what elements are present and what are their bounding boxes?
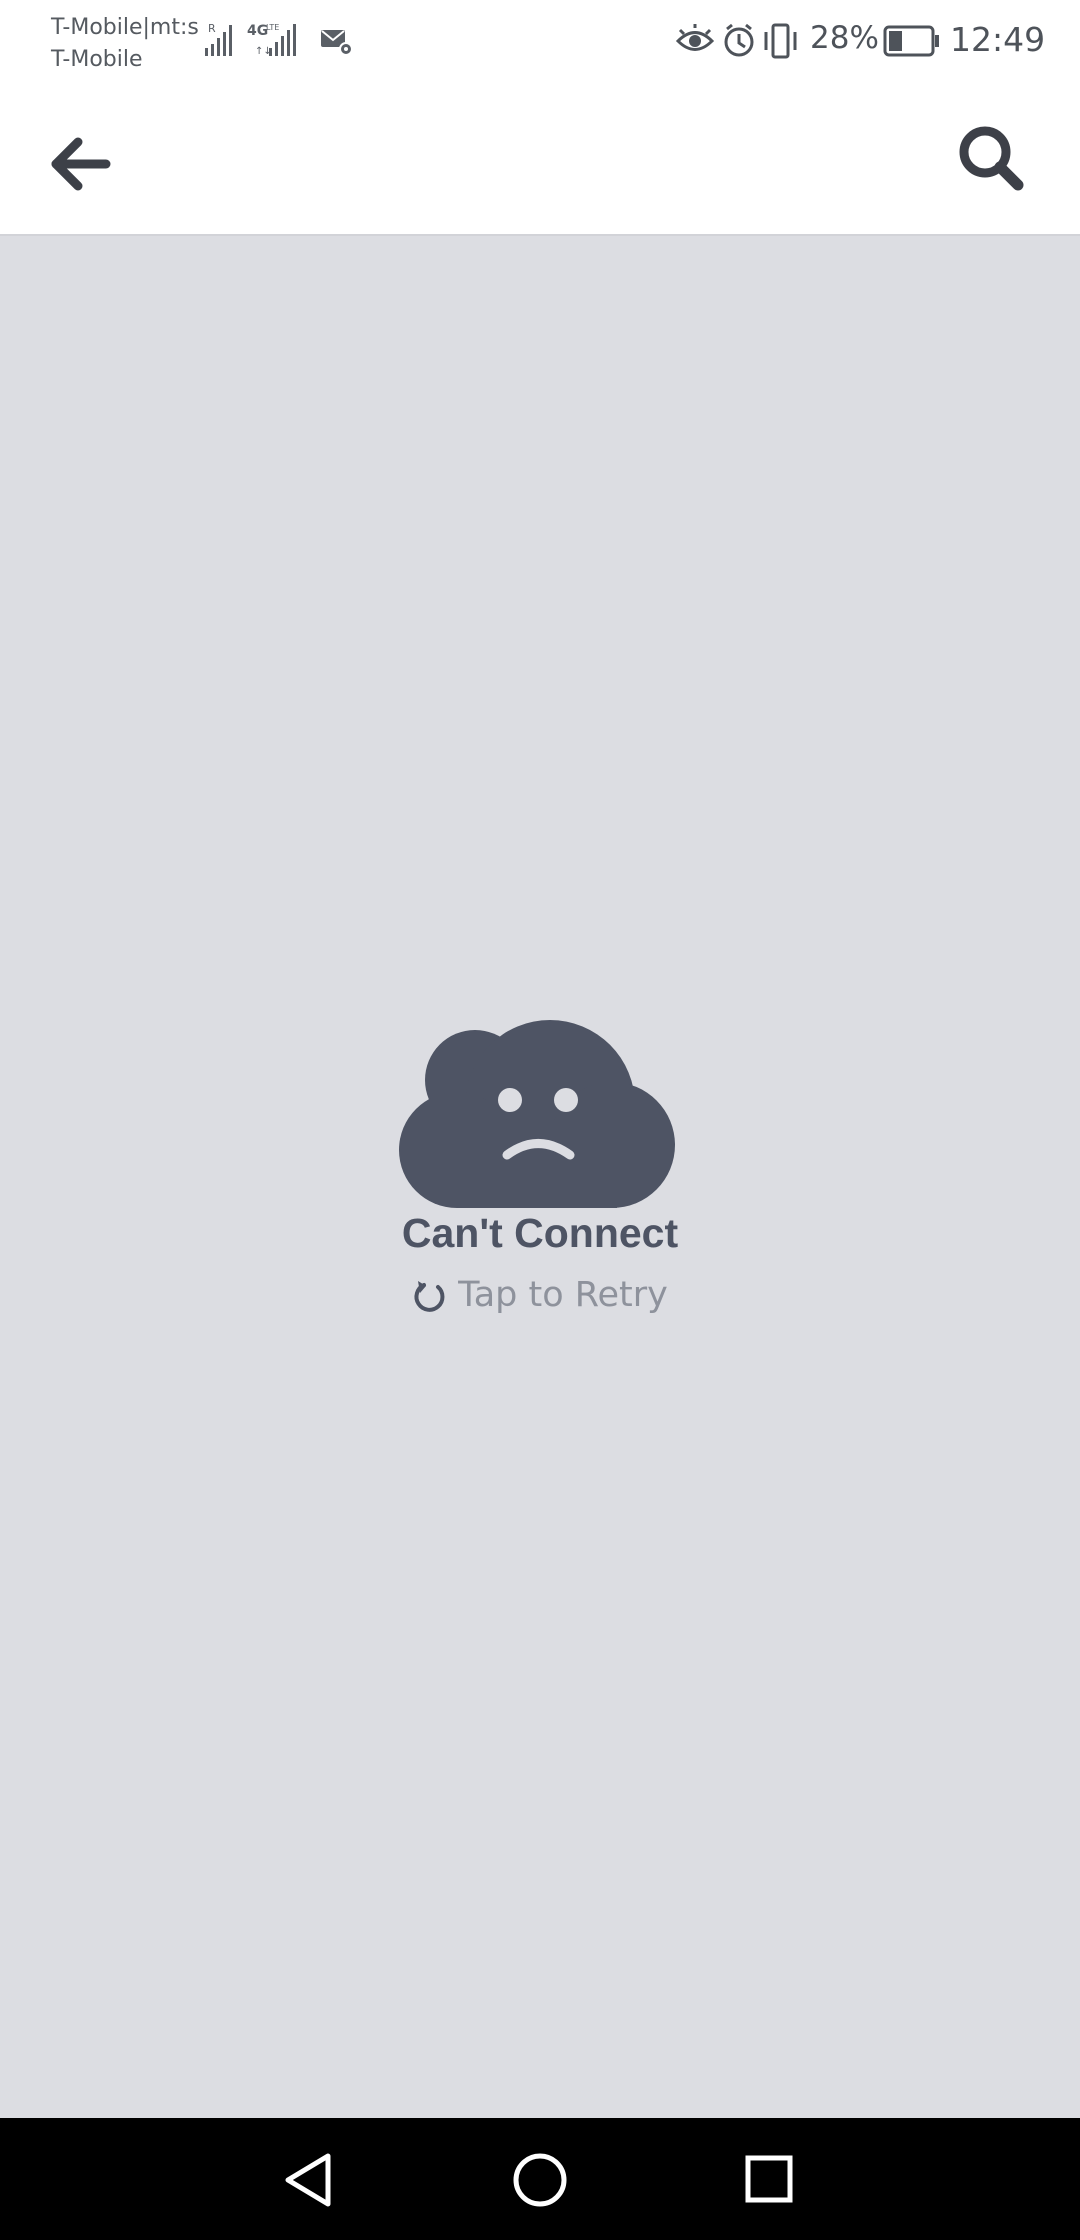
vibrate-icon [764,23,797,59]
refresh-icon [414,1281,445,1312]
nav-back-button[interactable] [278,2148,342,2212]
status-bar: T-Mobile|mt:s T-Mobile R 4G LTE ↑↓ 28% 1… [0,0,1080,84]
battery-icon [883,25,939,57]
screen: T-Mobile|mt:s T-Mobile R 4G LTE ↑↓ 28% 1… [0,0,1080,2240]
navigation-bar [0,2118,1080,2240]
home-circle-icon [513,2153,567,2207]
connection-error: Can't Connect Tap to Retry [0,1020,1080,1318]
battery-percent: 28% [810,20,879,56]
mail-settings-icon [321,30,353,56]
eye-icon [675,24,715,51]
back-button[interactable] [44,128,124,200]
retry-button[interactable]: Tap to Retry [412,1275,668,1315]
nav-home-button[interactable] [508,2148,572,2212]
carrier-info: T-Mobile|mt:s T-Mobile [51,12,199,76]
signal-4g-lte-icon: 4G LTE ↑↓ [247,23,296,57]
status-icons-left: R 4G LTE ↑↓ [205,22,353,57]
signal-roaming-icon: R [205,22,232,56]
error-title: Can't Connect [401,1210,679,1256]
app-bar [0,84,1080,236]
svg-text:R: R [208,22,216,35]
clock: 12:49 [950,20,1046,59]
retry-label: Tap to Retry [458,1275,668,1315]
search-button[interactable] [952,120,1032,200]
alarm-icon [724,23,754,57]
sad-cloud-icon [399,1020,675,1208]
svg-text:LTE: LTE [266,23,279,32]
search-icon [959,126,1024,191]
nav-recents-button[interactable] [738,2148,802,2212]
carrier-line-1: T-Mobile|mt:s [51,15,199,40]
arrow-left-icon [51,137,111,191]
recents-square-icon [745,2155,793,2203]
back-triangle-icon [285,2153,331,2207]
carrier-line-2: T-Mobile [51,47,143,72]
